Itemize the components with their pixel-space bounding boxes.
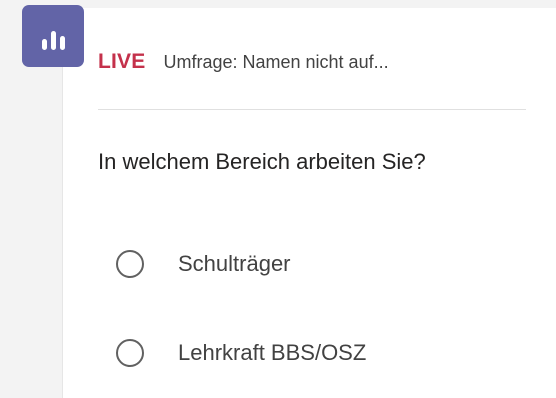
radio-button-icon[interactable]	[116, 339, 144, 367]
chart-bar-icon-part	[50, 31, 56, 50]
poll-option-schultraeger[interactable]: Schulträger	[116, 250, 291, 278]
poll-title: Umfrage: Namen nicht auf...	[163, 52, 389, 72]
poll-header: LIVE Umfrage: Namen nicht auf...	[98, 50, 389, 74]
poll-option-label: Schulträger	[178, 251, 291, 276]
poll-option-lehrkraft[interactable]: Lehrkraft BBS/OSZ	[116, 339, 366, 367]
poll-option-label: Lehrkraft BBS/OSZ	[178, 340, 367, 365]
poll-question: In welchem Bereich arbeiten Sie?	[98, 149, 426, 174]
radio-button-icon[interactable]	[116, 250, 144, 278]
chart-bar-icon-part	[59, 36, 65, 50]
chart-bar-icon-part	[41, 39, 47, 50]
poll-chart-icon	[22, 5, 84, 67]
header-divider	[98, 109, 526, 110]
poll-window: LIVE Umfrage: Namen nicht auf... In welc…	[0, 0, 556, 398]
live-badge: LIVE	[98, 50, 146, 73]
